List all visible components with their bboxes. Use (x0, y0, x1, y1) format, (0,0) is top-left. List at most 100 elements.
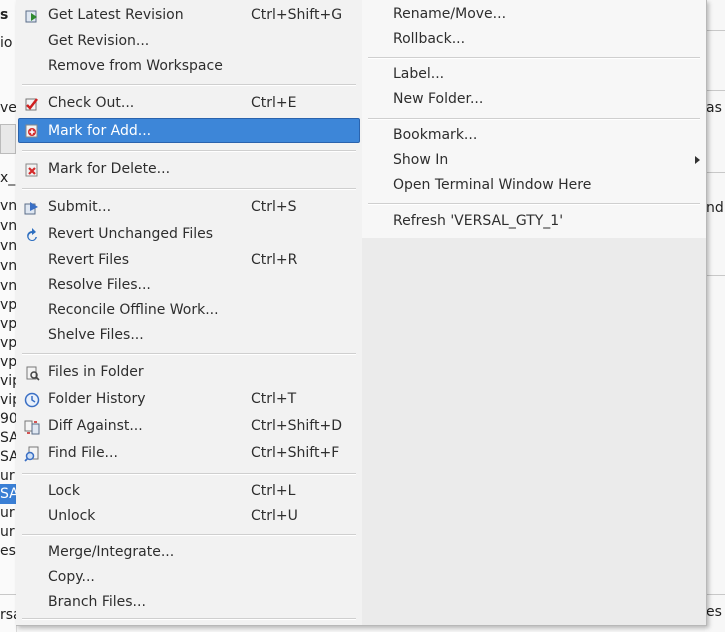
bg-fragment: ver (0, 100, 16, 116)
bg-fragment: nd (706, 200, 724, 216)
menu-item-shortcut: Ctrl+S (251, 199, 297, 215)
menu-item-reconcile-offline-work[interactable]: Reconcile Offline Work... (18, 298, 360, 323)
bg-fragment: vp (0, 354, 16, 370)
bg-fragment-selected: SA (0, 484, 16, 504)
menu-item-label: Copy... (48, 569, 95, 585)
menu-item-label: Diff Against... (48, 418, 143, 434)
bg-fragment: vip (0, 373, 16, 389)
menu-item-label-text: New Folder... (393, 91, 484, 107)
menu-item-label: Lock (48, 483, 80, 499)
bg-fragment: io (0, 35, 13, 51)
menu-item-rename-move[interactable]: Rename/Move... (362, 2, 706, 27)
menu-right-column: Rename/Move... Rollback... Label... New … (362, 0, 706, 238)
menu-item-unlock[interactable]: Unlock Ctrl+U (18, 504, 360, 529)
menu-item-folder-history[interactable]: Folder History Ctrl+T (18, 387, 360, 412)
menu-item-shortcut: Ctrl+E (251, 95, 297, 111)
menu-separator (22, 188, 356, 190)
menu-item-label: Branch Files... (48, 594, 146, 610)
menu-item-get-latest-revision[interactable]: Get Latest Revision Ctrl+Shift+G (18, 3, 360, 28)
menu-item-label: Mark for Delete... (48, 161, 171, 177)
menu-item-copy[interactable]: Copy... (18, 565, 360, 590)
menu-item-label: Submit... (48, 199, 112, 215)
menu-item-remove-from-workspace[interactable]: Remove from Workspace (18, 54, 360, 79)
menu-separator (368, 203, 700, 205)
find-file-icon (24, 446, 39, 462)
background-tab (0, 124, 16, 154)
menu-item-mark-for-delete[interactable]: Mark for Delete... (18, 157, 360, 182)
menu-item-check-out[interactable]: Check Out... Ctrl+E (18, 91, 360, 116)
bg-fragment: as (706, 100, 722, 116)
menu-item-mark-for-add[interactable]: Mark for Add... (18, 118, 360, 143)
checkout-icon (25, 98, 38, 111)
bg-fragment: SA (0, 430, 16, 446)
menu-separator (22, 534, 356, 536)
menu-item-merge-integrate[interactable]: Merge/Integrate... (18, 540, 360, 565)
menu-item-show-in[interactable]: Show In (362, 148, 706, 173)
menu-item-label: Folder History (48, 391, 146, 407)
menu-left-column: Get Latest Revision Ctrl+Shift+G Get Rev… (16, 0, 362, 625)
menu-item-label[interactable]: Label... (362, 62, 706, 87)
menu-item-label-text: Label... (393, 66, 445, 82)
submenu-arrow-icon (695, 156, 700, 164)
menu-item-label: Remove from Workspace (48, 58, 223, 74)
bg-fragment: vp (0, 297, 16, 313)
bg-fragment: vn (0, 258, 16, 274)
menu-item-shortcut: Ctrl+Shift+D (251, 418, 342, 434)
menu-item-label-text: Show In (393, 152, 449, 168)
menu-item-lock[interactable]: Lock Ctrl+L (18, 479, 360, 504)
menu-item-label: Files in Folder (48, 364, 144, 380)
menu-item-revert-unchanged-files[interactable]: Revert Unchanged Files (18, 222, 360, 247)
background-file-list: s io ver x_ vn vn vn vn vn vp vp vp vp v… (0, 0, 17, 632)
menu-item-submit[interactable]: Submit... Ctrl+S (18, 195, 360, 220)
menu-item-label-text: Open Terminal Window Here (393, 177, 592, 193)
menu-item-label: Revert Files (48, 252, 130, 268)
menu-item-find-file[interactable]: Find File... Ctrl+Shift+F (18, 441, 360, 466)
menu-item-refresh[interactable]: Refresh 'VERSAL_GTY_1' (362, 209, 706, 234)
bg-fragment: vp (0, 316, 16, 332)
menu-item-shelve-files[interactable]: Shelve Files... (18, 323, 360, 348)
menu-item-branch-files[interactable]: Branch Files... (18, 590, 360, 615)
menu-item-shortcut: Ctrl+T (251, 391, 297, 407)
menu-item-revert-files[interactable]: Revert Files Ctrl+R (18, 248, 360, 273)
bg-fragment: vn (0, 198, 16, 214)
bg-divider (705, 90, 725, 91)
files-in-folder-icon (26, 366, 40, 381)
menu-item-label: Find File... (48, 445, 118, 461)
menu-item-diff-against[interactable]: Diff Against... Ctrl+Shift+D (18, 414, 360, 439)
menu-item-files-in-folder[interactable]: Files in Folder (18, 360, 360, 385)
get-latest-icon (25, 10, 37, 23)
menu-item-resolve-files[interactable]: Resolve Files... (18, 273, 360, 298)
menu-item-get-revision[interactable]: Get Revision... (18, 29, 360, 54)
menu-item-label: Rename/Move... (393, 6, 507, 22)
menu-item-shortcut: Ctrl+U (251, 508, 298, 524)
menu-item-open-terminal-window-here[interactable]: Open Terminal Window Here (362, 173, 706, 198)
mark-delete-icon (25, 163, 38, 177)
mark-add-icon (25, 124, 38, 138)
bg-fragment: ur (0, 468, 15, 484)
menu-item-shortcut: Ctrl+Shift+F (251, 445, 340, 461)
menu-item-label: Merge/Integrate... (48, 544, 175, 560)
menu-item-label: Check Out... (48, 95, 135, 111)
menu-item-shortcut: Ctrl+R (251, 252, 298, 268)
bg-fragment: ur (0, 505, 15, 521)
menu-separator (22, 84, 356, 86)
menu-item-shortcut: Ctrl+L (251, 483, 296, 499)
menu-item-rollback[interactable]: Rollback... (362, 27, 706, 52)
menu-item-label: Rollback... (393, 31, 466, 47)
bg-fragment: vn (0, 238, 16, 254)
bg-fragment: ur (0, 524, 15, 540)
menu-item-label-text: Refresh 'VERSAL_GTY_1' (393, 213, 564, 229)
menu-separator (368, 57, 700, 59)
menu-item-new-folder[interactable]: New Folder... (362, 87, 706, 112)
menu-item-label: Get Revision... (48, 33, 150, 49)
menu-item-bookmark[interactable]: Bookmark... (362, 123, 706, 148)
menu-separator (22, 150, 356, 152)
menu-item-label: Resolve Files... (48, 277, 151, 293)
bg-fragment: es (706, 604, 722, 620)
menu-item-label: Unlock (48, 508, 96, 524)
bg-divider (705, 275, 725, 276)
bg-fragment: vp (0, 335, 16, 351)
menu-item-label: Get Latest Revision (48, 7, 184, 23)
background-right-panel (705, 0, 725, 632)
revert-unchanged-icon (27, 228, 37, 241)
